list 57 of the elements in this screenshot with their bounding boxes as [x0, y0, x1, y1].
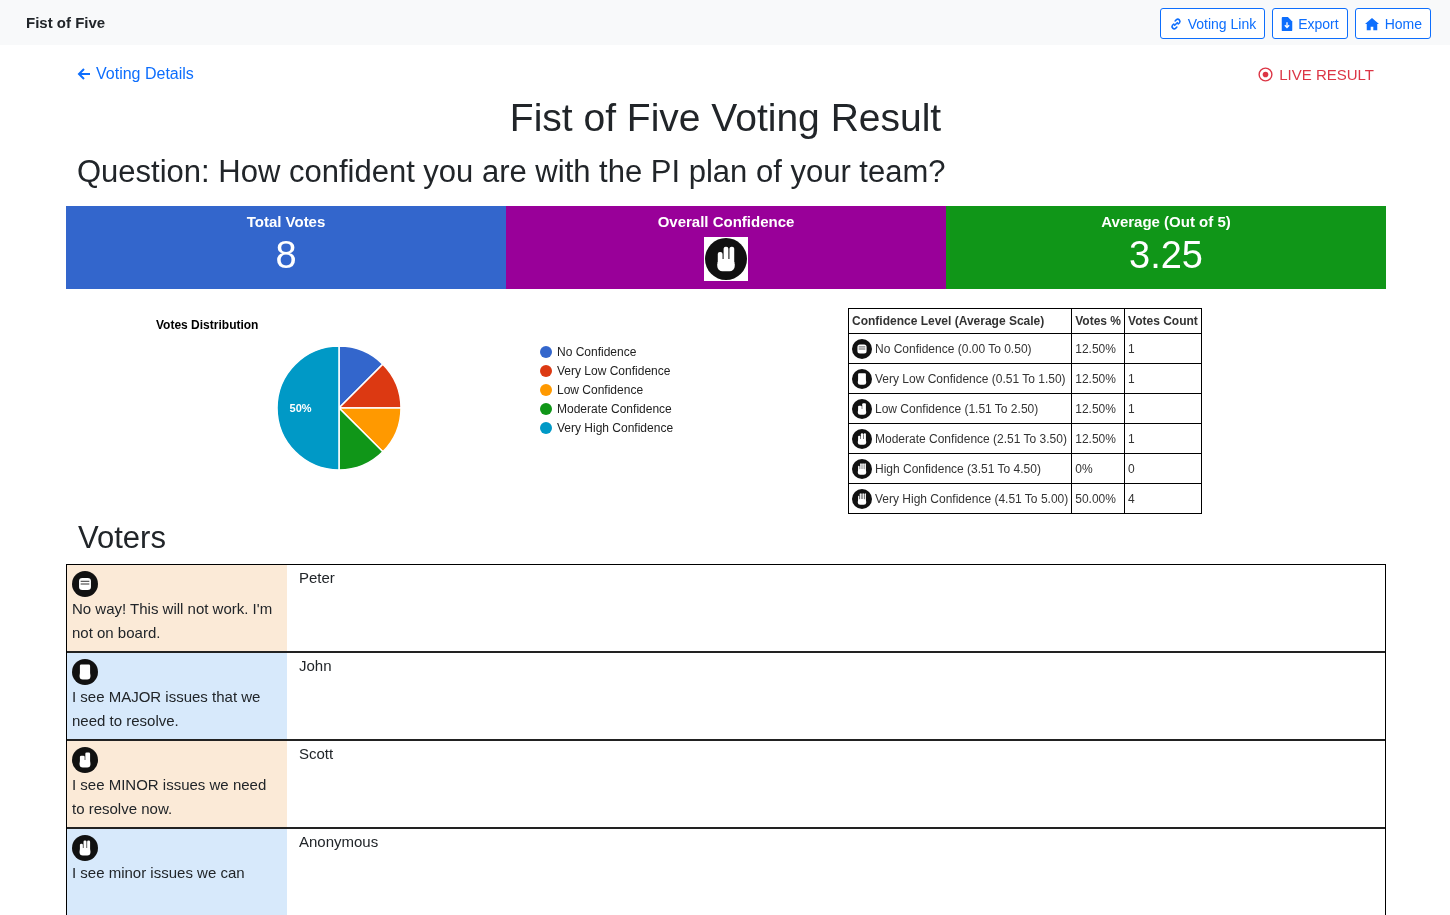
voter-name: John [299, 657, 332, 674]
stat-value: 8 [275, 233, 297, 278]
stat-label: Overall Confidence [657, 212, 795, 232]
level-label: Low Confidence (1.51 To 2.50) [875, 401, 1039, 416]
level-label: Moderate Confidence (2.51 To 3.50) [875, 431, 1067, 446]
chart-title: Votes Distribution [156, 318, 259, 332]
arrow-left-icon [77, 67, 91, 81]
file-download-icon [1281, 16, 1294, 31]
column-header: Votes Count [1124, 308, 1202, 334]
table-cell: 12.50% [1071, 423, 1125, 454]
voter-name: Peter [299, 569, 335, 586]
stat-value: 3.25 [1129, 233, 1203, 278]
vote-comment: No way! This will not work. I'm not on board. [72, 600, 273, 641]
table-cell: 1 [1124, 363, 1202, 394]
table-cell: 0% [1071, 453, 1125, 484]
voting-link-button[interactable]: Voting Link [1159, 8, 1266, 39]
level-label: No Confidence (0.00 To 0.50) [875, 341, 1032, 356]
export-button[interactable]: Export [1272, 8, 1348, 39]
table-cell: 1 [1124, 333, 1202, 364]
link-icon [1168, 16, 1183, 31]
legend-item: Moderate Confidence [540, 402, 672, 416]
record-icon [1258, 66, 1274, 82]
question-heading: Question: How confident you are with the PI plan of your team? [77, 153, 947, 191]
level-label: High Confidence (3.51 To 4.50) [875, 461, 1041, 476]
table-cell: 12.50% [1071, 393, 1125, 424]
table-cell: 1 [1124, 423, 1202, 454]
legend-label: Low Confidence [557, 383, 644, 397]
slice-label: 50% [289, 402, 312, 414]
voter-name: Scott [299, 745, 334, 762]
legend-item: Low Confidence [540, 383, 644, 397]
table-cell: 0 [1124, 453, 1202, 484]
legend-item: No Confidence [540, 345, 637, 359]
table-cell: 1 [1124, 393, 1202, 424]
vote-comment: I see MINOR issues we need to resolve now. [72, 776, 267, 817]
table-cell: 50.00% [1071, 483, 1125, 514]
home-icon [1363, 16, 1380, 31]
legend-item: Very Low Confidence [540, 364, 671, 378]
column-header: Confidence Level (Average Scale) [848, 308, 1072, 334]
vote-comment: I see MAJOR issues that we need to resolve. [72, 688, 261, 729]
vote-comment: I see minor issues we can [72, 864, 245, 881]
app-title: Fist of Five [26, 14, 106, 31]
live-result-label: LIVE RESULT [1279, 65, 1374, 83]
table-cell: 4 [1124, 483, 1202, 514]
back-link[interactable]: Voting Details [77, 65, 194, 83]
section-heading: Voters [78, 519, 167, 557]
legend-label: No Confidence [557, 345, 637, 359]
level-label: Very Low Confidence (0.51 To 1.50) [875, 371, 1066, 386]
table-cell: 12.50% [1071, 363, 1125, 394]
stat-label: Average (Out of 5) [1101, 212, 1231, 232]
legend-item: Very High Confidence [540, 421, 674, 435]
level-label: Very High Confidence (4.51 To 5.00) [875, 491, 1069, 506]
stat-label: Total Votes [246, 212, 326, 232]
table-cell: 12.50% [1071, 333, 1125, 364]
home-button[interactable]: Home [1354, 8, 1431, 39]
column-header: Votes % [1071, 308, 1125, 334]
voter-name: Anonymous [299, 833, 379, 850]
page-title: Fist of Five Voting Result [508, 95, 943, 141]
